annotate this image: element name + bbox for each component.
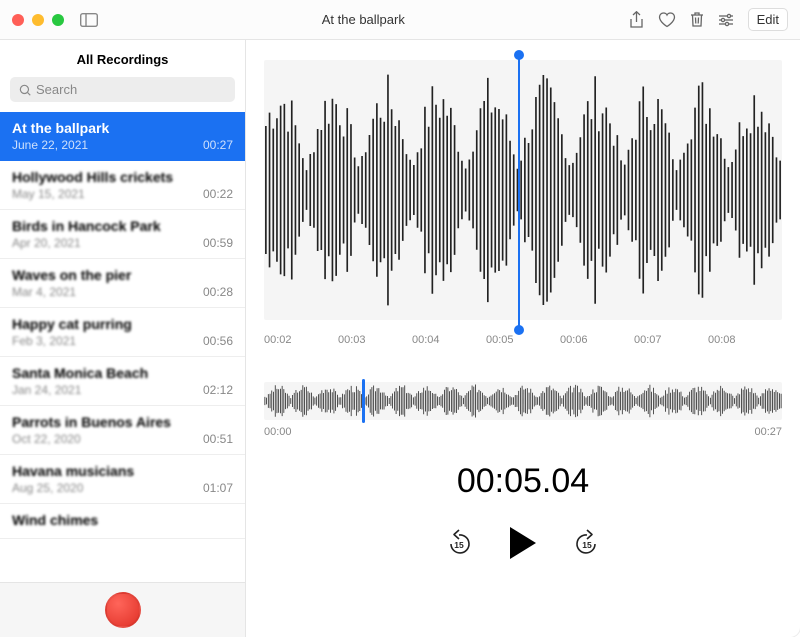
recording-date: Oct 22, 2020: [12, 432, 81, 446]
time-tick: 00:04: [412, 334, 486, 346]
sidebar-toggle-icon[interactable]: [80, 13, 98, 27]
maximize-window-button[interactable]: [52, 14, 64, 26]
recording-date: Mar 4, 2021: [12, 285, 76, 299]
playhead-main[interactable]: [518, 55, 520, 330]
recording-date: June 22, 2021: [12, 138, 88, 152]
recording-duration: 00:59: [203, 236, 233, 250]
play-icon: [510, 527, 536, 559]
detail-pane: 00:0200:0300:0400:0500:0600:0700:08 00:0…: [246, 40, 800, 637]
share-icon[interactable]: [629, 11, 644, 29]
edit-button[interactable]: Edit: [748, 8, 788, 31]
recording-item[interactable]: Havana musicians Aug 25, 2020 01:07: [0, 455, 245, 504]
playhead-overview[interactable]: [362, 379, 365, 423]
recording-duration: 00:51: [203, 432, 233, 446]
overview-end-time: 00:27: [754, 426, 782, 438]
window-title: At the ballpark: [98, 12, 629, 27]
recording-date: Jan 24, 2021: [12, 383, 81, 397]
time-tick: 00:08: [708, 334, 782, 346]
current-time-display: 00:05.04: [264, 462, 782, 501]
recording-item[interactable]: Birds in Hancock Park Apr 20, 2021 00:59: [0, 210, 245, 259]
trash-icon[interactable]: [690, 11, 704, 28]
svg-text:15: 15: [582, 540, 592, 550]
recording-title: Happy cat purring: [12, 316, 233, 332]
waveform-overview-bar[interactable]: [264, 382, 782, 420]
recording-duration: 02:12: [203, 383, 233, 397]
recording-duration: 00:56: [203, 334, 233, 348]
recording-item[interactable]: Wind chimes: [0, 504, 245, 539]
time-tick: 00:03: [338, 334, 412, 346]
recording-item[interactable]: Happy cat purring Feb 3, 2021 00:56: [0, 308, 245, 357]
recording-date: Aug 25, 2020: [12, 481, 83, 495]
time-tick: 00:07: [634, 334, 708, 346]
sidebar: All Recordings At the ballpark June 22, …: [0, 40, 246, 637]
recording-title: Santa Monica Beach: [12, 365, 233, 381]
record-button[interactable]: [105, 592, 141, 628]
svg-text:15: 15: [454, 540, 464, 550]
waveform-main[interactable]: [264, 60, 782, 320]
time-tick: 00:06: [560, 334, 634, 346]
sidebar-header: All Recordings: [0, 40, 245, 77]
recording-item[interactable]: Waves on the pier Mar 4, 2021 00:28: [0, 259, 245, 308]
time-axis: 00:0200:0300:0400:0500:0600:0700:08: [264, 320, 782, 352]
titlebar: At the ballpark: [0, 0, 800, 40]
skip-forward-button[interactable]: 15: [574, 529, 600, 557]
playback-controls: 15 15: [264, 527, 782, 559]
time-tick: 00:02: [264, 334, 338, 346]
recording-duration: 00:27: [203, 138, 233, 152]
time-tick: 00:05: [486, 334, 560, 346]
skip-back-button[interactable]: 15: [446, 529, 472, 557]
recording-duration: 01:07: [203, 481, 233, 495]
settings-sliders-icon[interactable]: [718, 13, 734, 27]
waveform-overview: 00:00 00:27: [264, 382, 782, 438]
favorite-icon[interactable]: [658, 12, 676, 28]
recording-duration: 00:22: [203, 187, 233, 201]
recording-title: Wind chimes: [12, 512, 233, 528]
record-bar: [0, 582, 245, 637]
search-input[interactable]: [10, 77, 235, 102]
recording-date: Apr 20, 2021: [12, 236, 81, 250]
recording-item[interactable]: At the ballpark June 22, 2021 00:27: [0, 112, 245, 161]
recording-title: Havana musicians: [12, 463, 233, 479]
recording-date: Feb 3, 2021: [12, 334, 76, 348]
recording-item[interactable]: Hollywood Hills crickets May 15, 2021 00…: [0, 161, 245, 210]
minimize-window-button[interactable]: [32, 14, 44, 26]
play-button[interactable]: [510, 527, 536, 559]
window-controls: [12, 14, 64, 26]
recording-title: Waves on the pier: [12, 267, 233, 283]
recording-item[interactable]: Parrots in Buenos Aires Oct 22, 2020 00:…: [0, 406, 245, 455]
recording-title: Birds in Hancock Park: [12, 218, 233, 234]
recording-item[interactable]: Santa Monica Beach Jan 24, 2021 02:12: [0, 357, 245, 406]
recording-title: Hollywood Hills crickets: [12, 169, 233, 185]
recording-duration: 00:28: [203, 285, 233, 299]
recording-title: Parrots in Buenos Aires: [12, 414, 233, 430]
recording-date: May 15, 2021: [12, 187, 85, 201]
recording-title: At the ballpark: [12, 120, 233, 136]
recording-list: At the ballpark June 22, 2021 00:27 Holl…: [0, 112, 245, 582]
overview-start-time: 00:00: [264, 426, 292, 438]
close-window-button[interactable]: [12, 14, 24, 26]
